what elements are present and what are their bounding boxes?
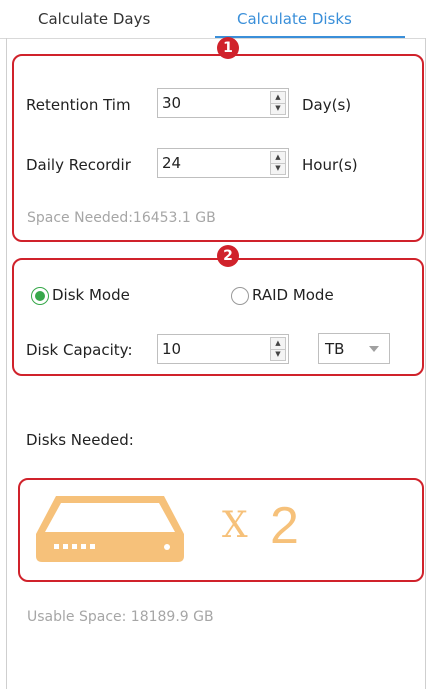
daily-recording-label: Daily Recordir (26, 156, 131, 174)
tab-calculate-days[interactable]: Calculate Days (38, 10, 150, 28)
disk-mode-label[interactable]: Disk Mode (52, 286, 130, 304)
disk-capacity-value: 10 (162, 340, 182, 358)
stepper-down-icon[interactable]: ▼ (271, 349, 285, 360)
step-badge-2: 2 (217, 245, 239, 267)
step-badge-1: 1 (217, 37, 239, 59)
retention-time-stepper[interactable]: ▲ ▼ (270, 91, 286, 115)
daily-recording-input[interactable]: 24 ▲ ▼ (157, 148, 289, 178)
disk-multiplier: X (222, 505, 248, 546)
panel-left-border (6, 38, 7, 689)
disk-capacity-unit-select[interactable]: TB (318, 333, 390, 364)
tab-calculate-disks[interactable]: Calculate Disks (237, 10, 352, 28)
retention-time-input[interactable]: 30 ▲ ▼ (157, 88, 289, 118)
disk-capacity-input[interactable]: 10 ▲ ▼ (157, 334, 289, 364)
disk-capacity-stepper[interactable]: ▲ ▼ (270, 337, 286, 361)
daily-recording-stepper[interactable]: ▲ ▼ (270, 151, 286, 175)
chevron-down-icon (369, 346, 379, 352)
stepper-down-icon[interactable]: ▼ (271, 163, 285, 174)
retention-time-label: Retention Tim (26, 96, 131, 114)
stepper-down-icon[interactable]: ▼ (271, 103, 285, 114)
disk-capacity-unit: TB (325, 340, 345, 358)
retention-time-value: 30 (162, 94, 182, 112)
retention-unit: Day(s) (302, 96, 352, 114)
panel-top-border (0, 38, 426, 39)
hard-disk-icon (36, 496, 184, 562)
daily-recording-unit: Hour(s) (302, 156, 358, 174)
raid-mode-label[interactable]: RAID Mode (252, 286, 334, 304)
raid-mode-radio[interactable] (231, 287, 249, 305)
daily-recording-value: 24 (162, 154, 182, 172)
usable-space-text: Usable Space: 18189.9 GB (27, 609, 214, 625)
disk-count: 2 (270, 497, 299, 555)
space-needed-text: Space Needed:16453.1 GB (27, 210, 216, 226)
disk-capacity-label: Disk Capacity: (26, 341, 133, 359)
panel-right-border (425, 38, 426, 689)
disks-needed-label: Disks Needed: (26, 431, 134, 449)
disk-mode-radio[interactable] (31, 287, 49, 305)
